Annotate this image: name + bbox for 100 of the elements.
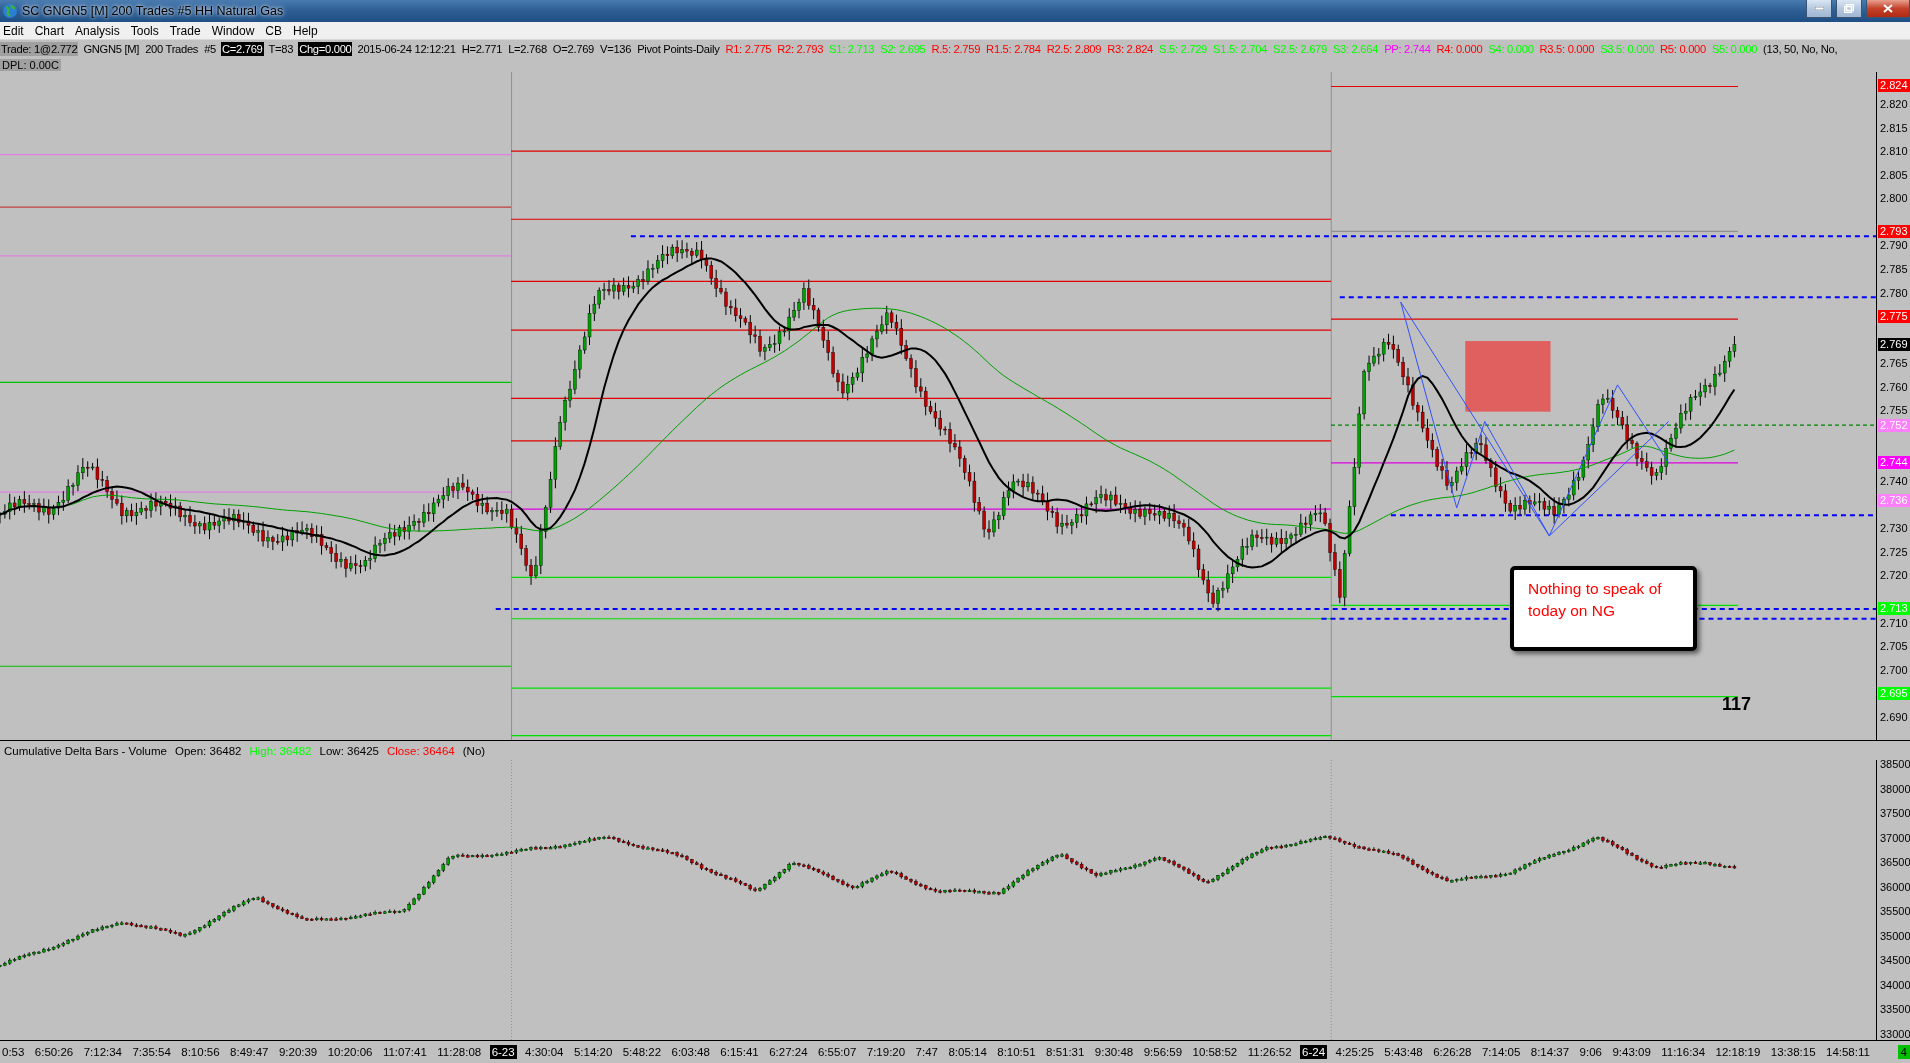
time-label: 8:49:47	[229, 1045, 270, 1059]
time-label: 9:56:59	[1142, 1045, 1184, 1059]
time-label: 5:14:20	[572, 1045, 614, 1059]
volume-tick: 38000	[1880, 782, 1910, 795]
time-label: 11:28:08	[436, 1045, 483, 1059]
time-label: 11:26:52	[1246, 1045, 1293, 1059]
price-marker: 2.793	[1878, 225, 1910, 239]
time-label: 12:18:19	[1714, 1045, 1762, 1059]
dpl-label: DPL: 0.00C	[0, 59, 61, 71]
volume-tick: 35500	[1880, 905, 1910, 918]
time-label: 6:15:41	[719, 1045, 760, 1059]
volume-tick: 37500	[1880, 807, 1910, 820]
info-text: Pivot Points-Daily	[636, 42, 721, 56]
time-label: 11:07:41	[381, 1045, 428, 1059]
bar-count-label: 117	[1722, 694, 1752, 715]
time-label: 6:27:24	[768, 1045, 809, 1059]
time-label: 8:05:14	[947, 1045, 988, 1059]
price-marker: 2.736	[1878, 494, 1910, 508]
time-label: 8:14:37	[1529, 1045, 1571, 1059]
info-text: #5	[203, 42, 217, 56]
study-header-text: High: 36482	[249, 744, 312, 757]
info-text: R3: 2.824	[1106, 42, 1155, 56]
volume-tick: 35000	[1880, 929, 1910, 942]
price-marker: 2.824	[1878, 79, 1910, 93]
price-tick: 2.690	[1880, 710, 1908, 723]
volume-tick: 33000	[1880, 1028, 1910, 1040]
info-text: S2.5: 2.679	[1272, 42, 1328, 56]
volume-tick: 34500	[1880, 954, 1910, 967]
menu-item[interactable]: Edit	[0, 23, 32, 38]
price-tick: 2.810	[1880, 145, 1908, 158]
price-tick: 2.820	[1880, 98, 1908, 111]
price-tick: 2.805	[1880, 168, 1908, 181]
info-text: S2: 2.695	[879, 42, 927, 56]
info-text: 2015-06-24 12:12:21	[356, 42, 457, 56]
info-text: Chg=0.000	[298, 42, 353, 56]
study-header-text: Low: 36425	[319, 744, 379, 757]
price-tick: 2.730	[1880, 522, 1908, 535]
menu-item[interactable]: Window	[208, 23, 263, 38]
price-marker: 2.695	[1878, 687, 1910, 701]
menu-item[interactable]: CB	[262, 23, 290, 38]
info-text: V=136	[599, 42, 633, 56]
time-label: 4:25:25	[1334, 1045, 1375, 1059]
menu-item[interactable]: Help	[290, 23, 326, 38]
price-tick: 2.780	[1880, 286, 1908, 299]
time-label: 11:16:34	[1660, 1045, 1707, 1059]
close-button[interactable]	[1866, 0, 1910, 18]
info-text: PP: 2.744	[1383, 42, 1432, 56]
time-label: 0:53	[1, 1045, 26, 1059]
info-text: R3.5: 0.000	[1538, 42, 1596, 56]
study-header-text: Close: 36464	[387, 744, 455, 757]
info-text: 200 Trades	[144, 42, 200, 56]
time-label: 6:03:48	[670, 1045, 711, 1059]
price-tick: 2.705	[1880, 640, 1908, 653]
volume-tick: 33500	[1880, 1003, 1910, 1016]
restore-button[interactable]	[1836, 0, 1862, 18]
price-marker: 2.744	[1878, 456, 1910, 470]
info-text: O=2.769	[551, 42, 595, 56]
date-marker: 6-23	[489, 1045, 517, 1059]
price-tick: 2.800	[1880, 192, 1908, 205]
minimize-button[interactable]	[1806, 0, 1832, 18]
price-tick: 2.785	[1880, 263, 1908, 276]
info-text: R1.5: 2.784	[985, 42, 1042, 56]
time-label: 9:43:09	[1611, 1045, 1652, 1059]
volume-tick: 36500	[1880, 856, 1910, 869]
price-tick: 2.765	[1880, 357, 1908, 370]
info-text: C=2.769	[221, 42, 264, 56]
price-tick: 2.755	[1880, 404, 1908, 417]
info-text: S1.5: 2.704	[1212, 42, 1268, 56]
time-label: 7:12:34	[82, 1045, 123, 1059]
info-text: H=2.771	[460, 42, 504, 56]
volume-tick: 37000	[1880, 831, 1910, 844]
info-text: R2: 2.793	[776, 42, 825, 56]
menu-item[interactable]: Chart	[31, 23, 73, 38]
info-text: S3: 2.664	[1331, 42, 1380, 56]
menu-item[interactable]: Analysis	[72, 23, 128, 38]
info-text: (13, 50, No, No,	[1762, 42, 1839, 56]
time-label: 7:35:54	[131, 1045, 172, 1059]
time-label: 7:14:05	[1480, 1045, 1522, 1059]
time-label: 5:48:22	[621, 1045, 663, 1059]
volume-tick: 34000	[1880, 978, 1910, 991]
info-text: Trade: 1@2.772	[0, 42, 79, 56]
info-text: GNGN5 [M]	[82, 42, 141, 56]
info-text: S1: 2.713	[828, 42, 876, 56]
info-text: R2.5: 2.809	[1045, 42, 1103, 56]
time-label: 8:10:51	[996, 1045, 1037, 1059]
info-text: L=2.768	[507, 42, 548, 56]
info-text: S3.5: 0.000	[1599, 42, 1656, 56]
menu-item[interactable]: Tools	[127, 23, 167, 38]
time-label: 6:26:28	[1432, 1045, 1473, 1059]
study-header-text: (No)	[462, 744, 486, 757]
time-label: 9:06	[1578, 1045, 1603, 1059]
price-tick: 2.710	[1880, 616, 1908, 629]
date-marker: 6-24	[1300, 1045, 1328, 1059]
menu-item[interactable]: Trade	[166, 23, 209, 38]
info-text: S5: 0.000	[1710, 42, 1759, 56]
info-text: R.5: 2.759	[930, 42, 982, 56]
info-text: R4: 0.000	[1435, 42, 1484, 56]
info-text: S.5: 2.729	[1158, 42, 1209, 56]
price-marker: 2.752	[1878, 418, 1910, 432]
time-label: 6:55:07	[816, 1045, 858, 1059]
